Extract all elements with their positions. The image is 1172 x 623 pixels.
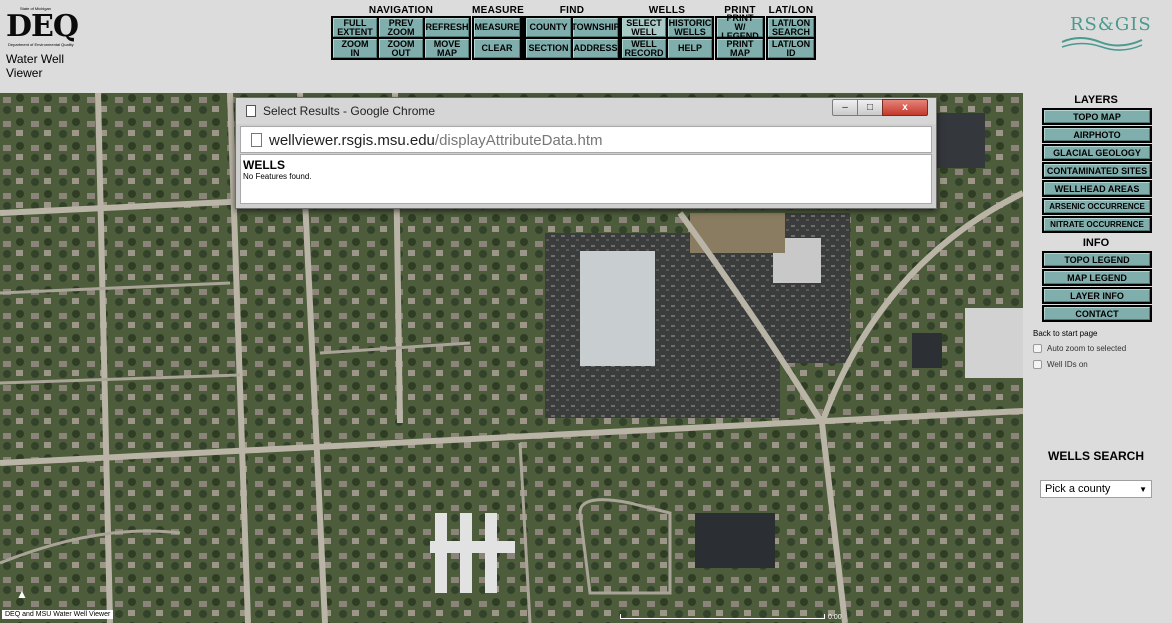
layer-nitrate-occurrence-button[interactable]: NITRATE OCCURRENCE (1042, 216, 1152, 233)
layer-topo-map-label: TOPO MAP (1044, 110, 1150, 123)
layer-topo-map-button[interactable]: TOPO MAP (1042, 108, 1152, 125)
auto-zoom-option[interactable]: Auto zoom to selected (1033, 344, 1126, 353)
navigation-group: NAVIGATION FULL EXTENT PREV ZOOM REFRESH… (331, 5, 471, 60)
right-panel: LAYERS TOPO MAP AIRPHOTO GLACIAL GEOLOGY… (1023, 93, 1172, 623)
select-results-window[interactable]: Select Results - Google Chrome – □ x wel… (235, 97, 937, 209)
navigation-title: NAVIGATION (368, 5, 434, 16)
wells-group: WELLS SELECT WELL HISTORIC WELLS WELL RE… (620, 5, 714, 60)
section-button[interactable]: SECTION (526, 39, 571, 58)
rsgis-logo: RS&GIS (1060, 14, 1151, 54)
measure-group: MEASURE MEASURE CLEAR (472, 5, 525, 60)
address-button[interactable]: ADDRESS (573, 39, 618, 58)
info-layer-info-label: LAYER INFO (1044, 289, 1150, 302)
layer-contaminated-sites-button[interactable]: CONTAMINATED SITES (1042, 162, 1152, 179)
dropdown-arrow-icon: ▼ (1139, 484, 1147, 494)
clear-button[interactable]: CLEAR (474, 39, 520, 58)
layer-arsenic-occurrence-label: ARSENIC OCCURRENCE (1044, 200, 1150, 213)
info-contact-label: CONTACT (1044, 307, 1150, 320)
select-well-button[interactable]: SELECT WELL (622, 18, 666, 37)
maximize-button[interactable]: □ (857, 99, 883, 116)
well-record-button[interactable]: WELL RECORD (622, 39, 666, 58)
county-select[interactable]: Pick a county ▼ (1040, 480, 1152, 498)
layer-glacial-geology-label: GLACIAL GEOLOGY (1044, 146, 1150, 159)
results-content: WELLS No Features found. (240, 154, 932, 204)
back-to-start-link[interactable]: Back to start page (1033, 329, 1097, 338)
info-topo-legend-button[interactable]: TOPO LEGEND (1042, 251, 1152, 268)
print-group: PRINT PRINT W/ LEGEND PRINT MAP (715, 5, 765, 60)
window-title: Select Results - Google Chrome (263, 104, 436, 118)
logo-text: DEQ (6, 9, 79, 44)
well-ids-option[interactable]: Well IDs on (1033, 360, 1088, 369)
address-bar[interactable]: wellviewer.rsgis.msu.edu/displayAttribut… (240, 126, 932, 153)
print-with-legend-button[interactable]: PRINT W/ LEGEND (717, 14, 763, 41)
info-topo-legend-label: TOPO LEGEND (1044, 253, 1150, 266)
layer-wellhead-areas-label: WELLHEAD AREAS (1044, 182, 1150, 195)
latlon-id-button[interactable]: LAT/LON ID (768, 39, 814, 58)
prev-zoom-button[interactable]: PREV ZOOM (379, 18, 423, 37)
layer-nitrate-occurrence-label: NITRATE OCCURRENCE (1044, 218, 1150, 231)
info-map-legend-label: MAP LEGEND (1044, 271, 1150, 284)
layer-arsenic-occurrence-button[interactable]: ARSENIC OCCURRENCE (1042, 198, 1152, 215)
url-host: wellviewer.rsgis.msu.edu (269, 132, 435, 149)
app-title: Water Well Viewer (6, 52, 65, 80)
info-contact-button[interactable]: CONTACT (1042, 305, 1152, 322)
full-extent-button[interactable]: FULL EXTENT (333, 18, 377, 37)
page-icon (251, 133, 262, 147)
results-message: No Features found. (243, 172, 312, 181)
zoom-in-button[interactable]: ZOOM IN (333, 39, 377, 58)
layers-title: LAYERS (1074, 94, 1118, 106)
page-icon (246, 105, 256, 117)
find-title: FIND (559, 5, 585, 16)
measure-title: MEASURE (472, 5, 525, 16)
refresh-button[interactable]: REFRESH (425, 18, 469, 37)
layer-airphoto-button[interactable]: AIRPHOTO (1042, 126, 1152, 143)
layer-contaminated-sites-label: CONTAMINATED SITES (1044, 164, 1150, 177)
info-map-legend-button[interactable]: MAP LEGEND (1042, 269, 1152, 286)
logo-department: Department of Environmental Quality (8, 42, 74, 47)
header: State of Michigan DEQ Department of Envi… (0, 0, 1172, 93)
window-titlebar[interactable]: Select Results - Google Chrome – □ x (236, 98, 936, 124)
map-credit: DEQ and MSU Water Well Viewer (2, 610, 114, 619)
minimize-button[interactable]: – (832, 99, 858, 116)
info-layer-info-button[interactable]: LAYER INFO (1042, 287, 1152, 304)
info-title: INFO (1082, 237, 1110, 249)
print-map-button[interactable]: PRINT MAP (717, 39, 763, 58)
address-url: wellviewer.rsgis.msu.edu/displayAttribut… (269, 132, 602, 149)
latlon-group: LAT/LON LAT/LON SEARCH LAT/LON ID (766, 5, 816, 60)
layer-wellhead-areas-button[interactable]: WELLHEAD AREAS (1042, 180, 1152, 197)
scale-bar (620, 614, 825, 619)
zoom-out-button[interactable]: ZOOM OUT (379, 39, 423, 58)
layer-glacial-geology-button[interactable]: GLACIAL GEOLOGY (1042, 144, 1152, 161)
find-group: FIND COUNTY TOWNSHIP SECTION ADDRESS (524, 5, 620, 60)
historic-wells-button[interactable]: HISTORIC WELLS (668, 18, 712, 37)
well-ids-checkbox[interactable] (1033, 360, 1042, 369)
well-ids-label: Well IDs on (1047, 360, 1088, 369)
north-arrow-icon: ▲ (16, 587, 28, 601)
move-map-button[interactable]: MOVE MAP (425, 39, 469, 58)
layer-airphoto-label: AIRPHOTO (1044, 128, 1150, 141)
latlon-title: LAT/LON (768, 5, 814, 16)
wells-search-title: WELLS SEARCH (1048, 449, 1144, 463)
auto-zoom-checkbox[interactable] (1033, 344, 1042, 353)
township-button[interactable]: TOWNSHIP (571, 18, 620, 37)
wells-title: WELLS (648, 5, 686, 16)
rsgis-wave-graphic (1061, 37, 1143, 51)
help-button[interactable]: HELP (668, 39, 712, 58)
scale-label: 0.00 (828, 614, 842, 621)
county-button[interactable]: COUNTY (526, 18, 571, 37)
close-button[interactable]: x (882, 99, 928, 116)
county-select-value: Pick a county (1045, 483, 1111, 495)
deq-logo: State of Michigan DEQ Department of Envi… (6, 6, 82, 47)
url-path: /displayAttributeData.htm (434, 132, 603, 149)
latlon-search-button[interactable]: LAT/LON SEARCH (768, 18, 814, 37)
results-heading: WELLS (243, 158, 285, 172)
auto-zoom-label: Auto zoom to selected (1047, 344, 1127, 353)
measure-button[interactable]: MEASURE (474, 18, 520, 37)
